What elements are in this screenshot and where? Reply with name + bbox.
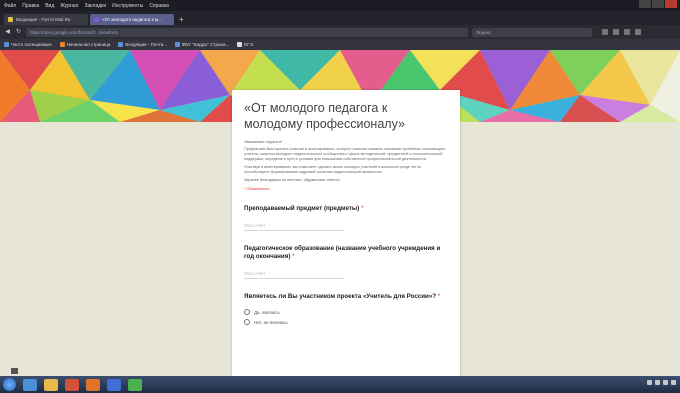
word-icon[interactable] [107,378,121,391]
bookmark-item[interactable]: ЕГЭ [237,42,253,47]
question-project: Являетесь ли Вы участником проекта «Учит… [244,293,448,327]
bookmark-item[interactable]: Начальная страница [59,42,111,47]
answer-input[interactable]: Мой ответ [244,270,344,279]
menu-history[interactable]: Журнал [60,3,78,9]
bookmark-icon [4,42,9,47]
forms-favicon-icon [94,17,99,22]
menu-file[interactable]: Файл [4,3,16,9]
home-icon[interactable] [624,29,630,35]
bookmark-item[interactable]: Часто посещаемые [4,42,52,47]
radio-icon[interactable] [244,309,250,315]
menu-icon[interactable] [635,29,641,35]
required-star: * [437,293,441,300]
mail-icon [118,42,124,47]
media-icon[interactable] [65,378,79,391]
download-icon[interactable] [613,29,619,35]
mail-favicon-icon [8,17,13,22]
description-paragraph: Предлагаем Вам принять участие в анкетир… [244,147,446,161]
new-tab-icon[interactable]: + [176,14,184,25]
form-title: «От молодого педагога к молодому професс… [244,101,405,131]
required-star: * [360,205,364,212]
browser-menubar: Файл Правка Вид Журнал Закладки Инструме… [0,0,680,11]
form-card: «От молодого педагога к молодому професс… [232,90,460,376]
tab-form[interactable]: «От молодого педагога к м... [90,14,174,25]
start-orb-icon[interactable] [3,378,16,391]
volume-icon[interactable] [663,380,668,385]
question-text: Педагогическое образование (название уче… [244,245,441,260]
radio-option[interactable]: Нет, не являюсь [244,317,448,327]
chat-icon[interactable] [11,368,18,374]
menu-bookmarks[interactable]: Закладки [84,3,106,9]
close-window-button[interactable] [665,0,677,8]
bookmark-item[interactable]: ФБУ "Кадры" Страна... [174,42,230,47]
question-label: Педагогическое образование (название уче… [244,245,448,261]
description-heading: Уважаемые педагоги! [244,140,282,144]
system-tray [647,380,676,385]
bookmarks-bar: Часто посещаемые Начальная страница Вход… [0,39,680,50]
bookmark-label: Входящие - Почта... [125,42,167,47]
search-input[interactable]: Яндекс [472,27,592,37]
menu-tools[interactable]: Инструменты [112,3,143,9]
question-subject: Преподаваемый предмет (предметы) * Мой о… [244,205,448,231]
chrome-icon[interactable] [128,378,142,391]
question-text: Преподаваемый предмет (предметы) [244,205,360,212]
firefox-icon [59,42,65,47]
question-education: Педагогическое образование (название уче… [244,245,448,279]
maximize-button[interactable] [652,0,664,8]
required-note: * Обязательно [244,187,270,191]
taskbar [0,376,680,393]
menu-help[interactable]: Справка [149,3,169,9]
bookmark-icon [237,42,243,47]
address-bar: ◀ ↻ https://docs.google.com/forms/d/.../… [0,25,680,39]
menu-edit[interactable]: Правка [22,3,39,9]
description-paragraph: Заранее благодарим за честные, обдуманны… [244,178,340,182]
tab-form-label: «От молодого педагога к м... [102,17,162,22]
question-label: Преподаваемый предмет (предметы) * [244,205,448,213]
radio-label: Да, являюсь [254,309,280,315]
url-input[interactable]: https://docs.google.com/forms/d/.../view… [26,27,468,37]
reload-icon[interactable]: ↻ [15,29,22,36]
back-icon[interactable]: ◀ [4,29,11,36]
flag-icon[interactable] [671,380,676,385]
toolbar-icons [602,29,641,35]
ie-icon[interactable] [23,378,37,391]
answer-input[interactable]: Мой ответ [244,222,344,231]
window-controls [639,0,677,8]
tab-mail-label: Входящие - Почта Mail.Ru [16,17,71,22]
description-paragraph: Участвуя в анкетировании, вы помогаете с… [244,165,422,174]
minimize-button[interactable] [639,0,651,8]
bookmark-label: ФБУ "Кадры" Страна... [181,42,230,47]
bookmark-item[interactable]: Входящие - Почта... [118,42,167,47]
firefox-icon[interactable] [86,378,100,391]
radio-group: Да, являюсь Нет, не являюсь [244,307,448,327]
bookmark-label: Начальная страница [66,42,111,47]
bookmark-label: ЕГЭ [244,42,253,47]
question-text: Являетесь ли Вы участником проекта «Учит… [244,293,437,300]
bookmark-label: Часто посещаемые [11,42,52,47]
question-label: Являетесь ли Вы участником проекта «Учит… [244,293,448,301]
radio-label: Нет, не являюсь [254,319,288,325]
radio-icon[interactable] [244,319,250,325]
network-icon[interactable] [655,380,660,385]
tab-bar: Входящие - Почта Mail.Ru «От молодого пе… [0,11,680,25]
required-star: * [292,253,295,260]
radio-option[interactable]: Да, являюсь [244,307,448,317]
language-icon[interactable] [647,380,652,385]
bookmark-star-icon[interactable] [602,29,608,35]
bookmark-icon [174,42,180,47]
folder-icon[interactable] [44,378,58,391]
page-content: «От молодого педагога к молодому професс… [0,50,680,376]
menu-view[interactable]: Вид [45,3,54,9]
tab-mail[interactable]: Входящие - Почта Mail.Ru [4,14,88,25]
